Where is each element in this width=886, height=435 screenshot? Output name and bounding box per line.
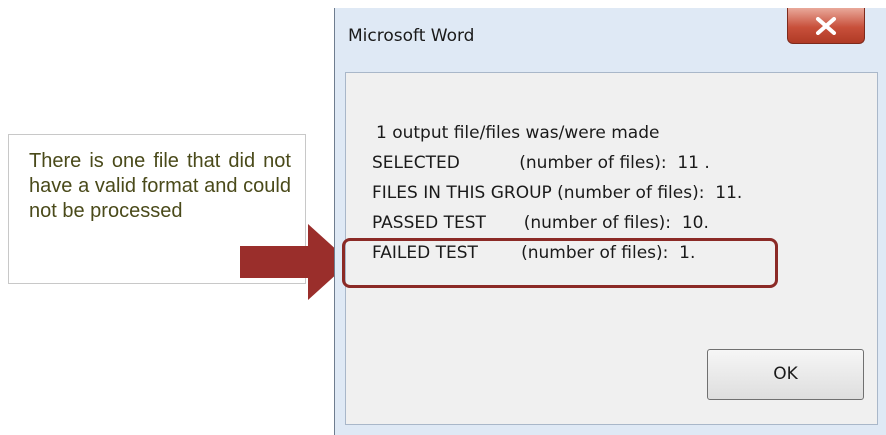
close-icon <box>816 17 836 35</box>
callout-text: There is one file that did not have a va… <box>29 150 291 222</box>
close-button[interactable] <box>787 8 865 44</box>
message-line: 1 output file/files was/were made <box>376 123 660 143</box>
message-line: SELECTED (number of files): 11 . <box>372 153 710 173</box>
message-line: PASSED TEST (number of files): 10. <box>372 213 709 233</box>
message-line: FILES IN THIS GROUP (number of files): 1… <box>372 183 743 203</box>
ok-button[interactable]: OK <box>707 349 864 400</box>
failed-test-highlight <box>342 238 778 288</box>
dialog-title: Microsoft Word <box>348 26 475 46</box>
